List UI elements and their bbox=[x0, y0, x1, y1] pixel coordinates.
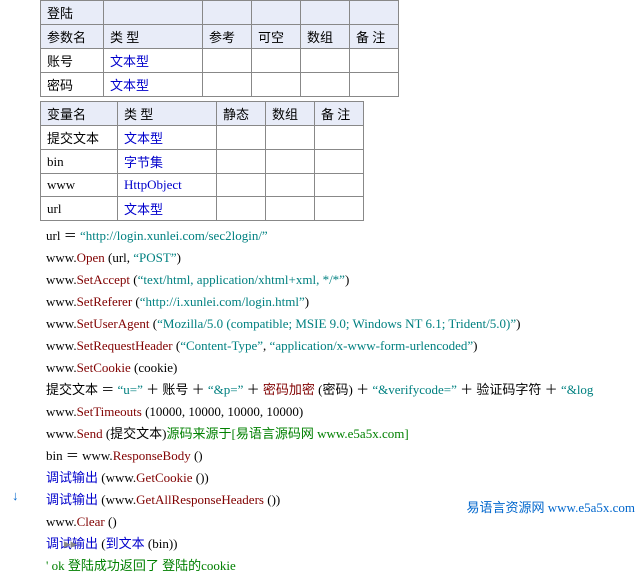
code-line: www.Open (url, “POST”) bbox=[40, 247, 643, 269]
col-var-name: 变量名 bbox=[41, 102, 118, 126]
col-array: 数组 bbox=[266, 102, 315, 126]
code-line: url ＝ “http://login.xunlei.com/sec2login… bbox=[40, 225, 643, 247]
col-static: 静态 bbox=[217, 102, 266, 126]
table-row: 提交文本文本型 bbox=[41, 126, 364, 150]
col-nullable: 可空 bbox=[252, 25, 301, 49]
parameters-table: 登陆 参数名 类 型 参考 可空 数组 备 注 账号文本型 密码文本型 bbox=[40, 0, 399, 97]
code-line: www.SetReferer (“http://i.xunlei.com/log… bbox=[40, 291, 643, 313]
code-block: url ＝ “http://login.xunlei.com/sec2login… bbox=[40, 225, 643, 577]
code-line: 提交文本 ＝ “u=” ＋ 账号 ＋ “&p=” ＋ 密码加密 (密码) ＋ “… bbox=[40, 379, 643, 401]
table-row: 密码文本型 bbox=[41, 73, 399, 97]
col-ref: 参考 bbox=[203, 25, 252, 49]
col-type: 类 型 bbox=[118, 102, 217, 126]
col-remark: 备 注 bbox=[350, 25, 399, 49]
down-arrow-icon: ↓ bbox=[12, 488, 19, 504]
col-array: 数组 bbox=[301, 25, 350, 49]
code-line: ' ok 登陆成功返回了 登陆的cookie bbox=[40, 555, 643, 577]
code-line: 调试输出 (www.GetCookie ()) bbox=[40, 467, 643, 489]
code-line: www.SetRequestHeader (“Content-Type”, “a… bbox=[40, 335, 643, 357]
table-row: url文本型 bbox=[41, 197, 364, 221]
watermark: 易语言资源网 www.e5a5x.com bbox=[467, 497, 636, 516]
col-param-name: 参数名 bbox=[41, 25, 104, 49]
variables-table: 变量名 类 型 静态 数组 备 注 提交文本文本型 bin字节集 wwwHttp… bbox=[40, 101, 364, 221]
col-type: 类 型 bbox=[104, 25, 203, 49]
code-line: www.SetAccept (“text/html, application/x… bbox=[40, 269, 643, 291]
code-line: www.SetTimeouts (10000, 10000, 10000, 10… bbox=[40, 401, 643, 423]
code-line: www.SetUserAgent (“Mozilla/5.0 (compatib… bbox=[40, 313, 643, 335]
table-row: wwwHttpObject bbox=[41, 174, 364, 197]
code-line: bin ＝ www.ResponseBody () bbox=[40, 445, 643, 467]
col-remark: 备 注 bbox=[315, 102, 364, 126]
code-line: www.SetCookie (cookie) bbox=[40, 357, 643, 379]
code-line: ▸▸调试输出 (到文本 (bin)) bbox=[40, 533, 643, 555]
table-row: 账号文本型 bbox=[41, 49, 399, 73]
code-line: www.Send (提交文本)源码来源于[易语言源码网 www.e5a5x.co… bbox=[40, 423, 643, 445]
current-line-icon: ▸▸ bbox=[64, 533, 77, 555]
table-row: bin字节集 bbox=[41, 150, 364, 174]
subroutine-name: 登陆 bbox=[41, 1, 104, 25]
